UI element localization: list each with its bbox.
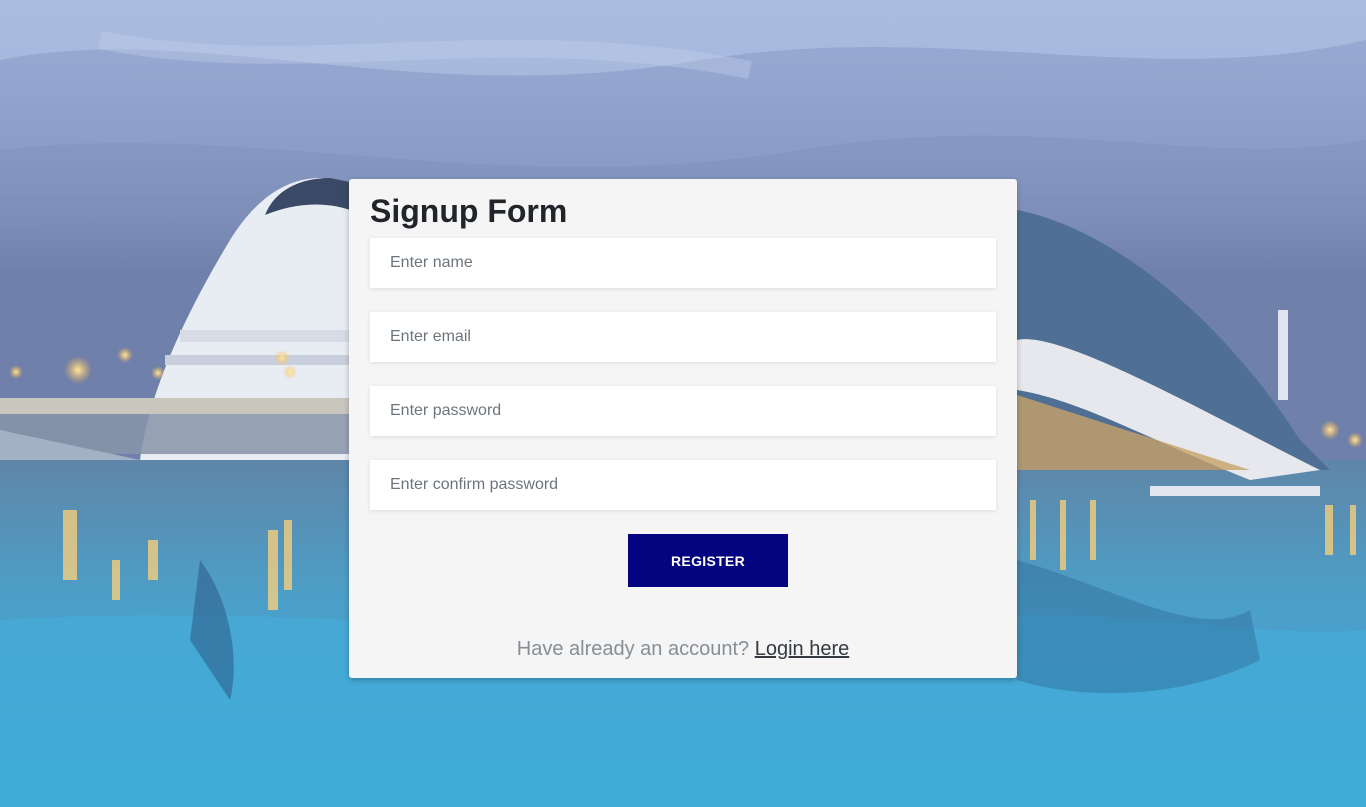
register-button[interactable]: REGISTER [628, 534, 788, 587]
signup-card: Signup Form REGISTER Have already an acc… [349, 179, 1017, 678]
login-prompt: Have already an account? Login here [349, 638, 1017, 661]
name-input[interactable] [370, 238, 996, 288]
confirm-password-input[interactable] [370, 460, 996, 510]
login-link[interactable]: Login here [755, 638, 850, 660]
form-title: Signup Form [370, 193, 568, 229]
password-input[interactable] [370, 386, 996, 436]
email-input[interactable] [370, 312, 996, 362]
login-prompt-text: Have already an account? [516, 638, 750, 660]
